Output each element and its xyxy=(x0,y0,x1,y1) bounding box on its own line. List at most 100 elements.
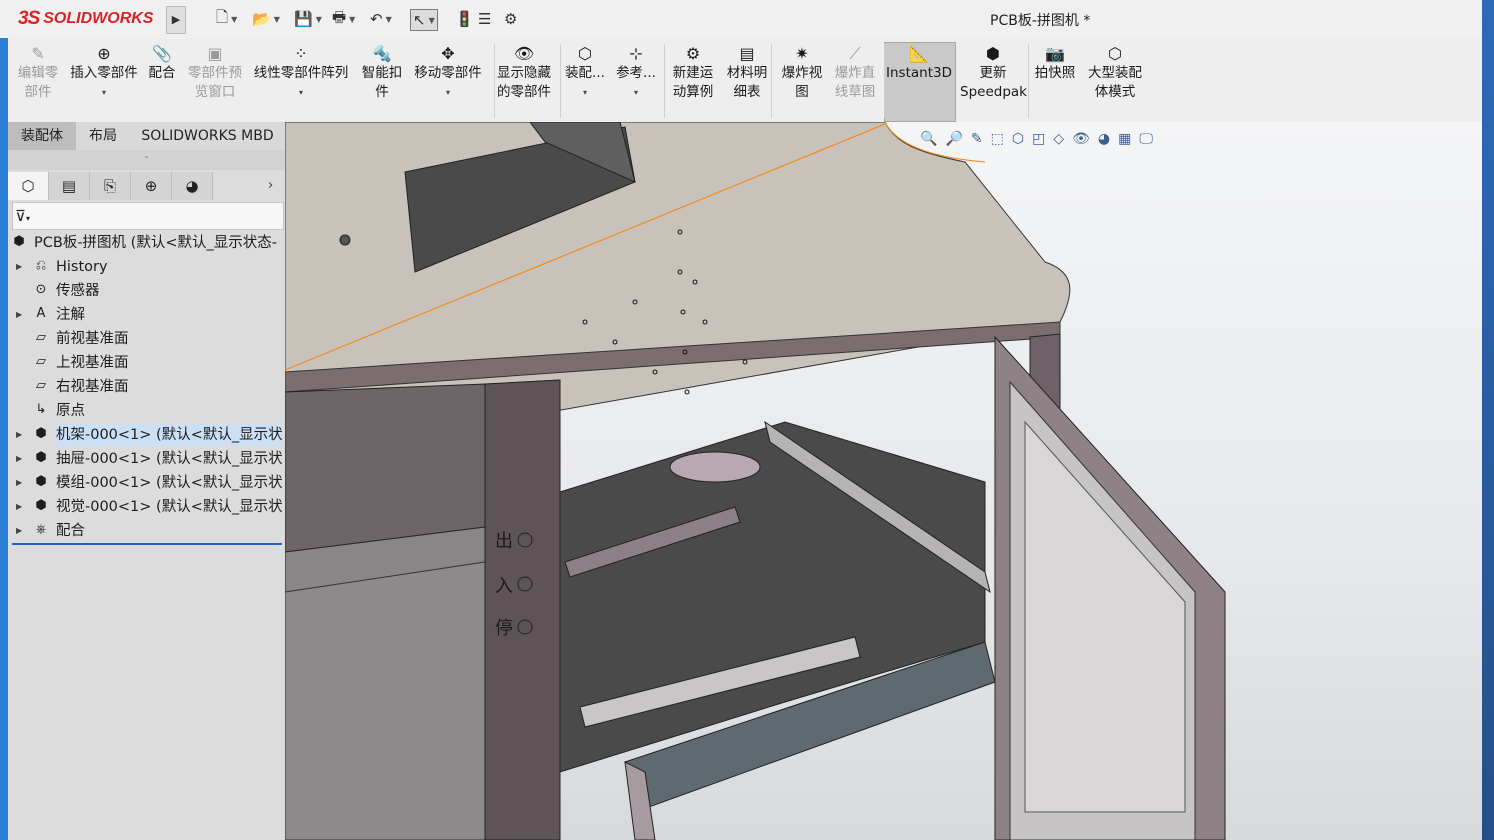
expand-arrow-icon[interactable]: ▶ xyxy=(16,304,22,326)
display-manager-tab-icon[interactable]: ◕ xyxy=(172,172,213,200)
view-tool-icon[interactable]: 🔎 xyxy=(945,131,962,147)
command-button-16[interactable]: ⬢ 更新 Speedpak xyxy=(960,42,1027,102)
tree-item[interactable]: ↳ 原点 xyxy=(8,400,282,422)
command-icon: ⊹ xyxy=(629,44,643,63)
expand-arrow-icon[interactable]: ▶ xyxy=(16,520,22,542)
view-tool-icon[interactable]: ✎ xyxy=(971,131,983,147)
select-icon[interactable]: ↖ ▼ xyxy=(410,9,438,31)
panel-tabs-more-icon[interactable]: › xyxy=(268,178,273,193)
command-label: 线性零部件阵列 xyxy=(253,65,349,81)
command-button-13[interactable]: ✷ 爆炸视图 xyxy=(776,42,828,102)
command-button-3[interactable]: 📎 配合 xyxy=(144,42,180,83)
feature-icon: ↳ xyxy=(35,402,47,417)
tab-solidworks-mbd[interactable]: SOLIDWORKS MBD xyxy=(130,122,285,150)
filter-icon[interactable]: ⊽ xyxy=(15,207,26,225)
command-button-6[interactable]: 🔩 智能扣件 xyxy=(355,42,409,102)
print-icon[interactable]: 🖶 ▼ xyxy=(332,8,355,29)
tree-item-label: 机架-000<1> (默认<默认_显示状 xyxy=(56,424,282,446)
undo-icon[interactable]: ↶ ▼ xyxy=(370,9,392,29)
graphics-viewport[interactable]: 出 入 停 xyxy=(285,122,1494,840)
rollback-bar[interactable] xyxy=(12,543,282,545)
dropdown-arrow-icon[interactable]: ▼ xyxy=(429,16,435,25)
expand-arrow-icon[interactable]: ▶ xyxy=(16,424,22,446)
command-button-18[interactable]: ⬡ 大型装配 体模式 xyxy=(1085,42,1145,102)
tree-item[interactable]: ▶ ⎈ 配合 xyxy=(8,520,282,542)
tree-root-assembly[interactable]: ⬢ PCB板-拼图机 (默认<默认_显示状态- xyxy=(8,232,282,254)
dropdown-arrow-icon[interactable]: ▼ xyxy=(349,15,355,24)
tree-item[interactable]: ▶ ⬢ 机架-000<1> (默认<默认_显示状 xyxy=(8,424,282,446)
command-label: 零部件预 xyxy=(188,65,242,81)
view-tool-icon[interactable]: ▦ xyxy=(1118,131,1131,147)
dropdown-arrow-icon[interactable]: ▾ xyxy=(410,83,486,97)
dropdown-arrow-icon[interactable]: ▾ xyxy=(612,83,660,97)
menu-expand-button[interactable]: ▶ xyxy=(166,6,186,34)
command-button-15[interactable]: 📐 Instant3D xyxy=(884,42,954,83)
command-button-2[interactable]: ⊕ 插入零部件 ▾ xyxy=(66,42,142,98)
open-icon[interactable]: 📂 ▼ xyxy=(252,9,280,29)
command-label: 爆炸直 xyxy=(834,65,876,81)
command-button-11[interactable]: ⚙ 新建运 动算例 xyxy=(666,42,720,102)
command-label: 编辑零 xyxy=(17,65,59,81)
tree-item[interactable]: ▱ 前视基准面 xyxy=(8,328,282,350)
command-button-9[interactable]: ⬡ 装配... ▾ xyxy=(562,42,608,98)
expand-arrow-icon[interactable]: ▶ xyxy=(16,472,22,494)
tree-item[interactable]: ▶ A 注解 xyxy=(8,304,282,326)
view-tool-icon[interactable]: ◕ xyxy=(1098,131,1110,147)
command-button-14[interactable]: ⟋ 爆炸直 线草图 xyxy=(828,42,882,102)
dropdown-arrow-icon[interactable]: ▾ xyxy=(562,83,608,97)
tab-assembly[interactable]: 装配体 xyxy=(8,122,76,150)
command-icon: ⟋ xyxy=(849,44,861,63)
tree-item-label: 注解 xyxy=(56,307,85,323)
expand-arrow-icon[interactable]: ▶ xyxy=(16,256,22,278)
feature-manager-tab-icon[interactable]: ⬡ xyxy=(8,172,49,200)
view-tool-icon[interactable]: ◇ xyxy=(1053,131,1064,147)
command-button-4[interactable]: ▣ 零部件预 览窗口 xyxy=(182,42,248,102)
command-button-8[interactable]: 👁 显示隐藏 的零部件 xyxy=(493,42,555,102)
feature-icon: ▱ xyxy=(36,378,46,393)
command-button-1[interactable]: ✎ 编辑零 部件 xyxy=(13,42,63,102)
view-tool-icon[interactable]: 👁 xyxy=(1072,131,1090,147)
command-button-10[interactable]: ⊹ 参考... ▾ xyxy=(612,42,660,98)
new-icon[interactable]: 🗋 ▼ xyxy=(216,8,237,29)
file-properties-icon[interactable]: ☰ xyxy=(478,9,491,29)
view-tool-icon[interactable]: ⬡ xyxy=(1012,131,1024,147)
configuration-manager-tab-icon[interactable]: ⎘ xyxy=(90,172,131,200)
save-icon[interactable]: 💾 ▼ xyxy=(294,9,322,29)
dropdown-arrow-icon[interactable]: ▼ xyxy=(274,15,280,24)
tree-item[interactable]: ▱ 右视基准面 xyxy=(8,376,282,398)
options-icon[interactable]: ⚙ xyxy=(504,9,517,29)
command-icon: ⊕ xyxy=(97,44,111,63)
dropdown-arrow-icon[interactable]: ▾ xyxy=(250,83,352,97)
tree-item[interactable]: ▶ ⎌ History xyxy=(8,256,282,278)
dropdown-arrow-icon[interactable]: ▼ xyxy=(386,15,392,24)
view-tool-icon[interactable]: ⬚ xyxy=(991,131,1004,147)
feature-icon: ⬢ xyxy=(35,426,47,441)
expand-arrow-icon[interactable]: ▶ xyxy=(16,448,22,470)
dropdown-arrow-icon[interactable]: ▾ xyxy=(66,83,142,97)
view-tool-icon[interactable]: 🔍 xyxy=(920,131,937,147)
command-button-12[interactable]: ▤ 材料明 细表 xyxy=(722,42,772,102)
tree-item[interactable]: ▶ ⬢ 抽屉-000<1> (默认<默认_显示状 xyxy=(8,448,282,470)
tree-item[interactable]: ▶ ⬢ 视觉-000<1> (默认<默认_显示状 xyxy=(8,496,282,518)
desktop-edge xyxy=(0,38,8,840)
tab-layout[interactable]: 布局 xyxy=(78,122,128,150)
panel-splitter[interactable]: ⌃ xyxy=(8,150,285,170)
view-tool-icon[interactable]: 🖵 xyxy=(1139,131,1153,147)
expand-arrow-icon[interactable]: ▶ xyxy=(16,496,22,518)
command-button-17[interactable]: 📷 拍快照 xyxy=(1030,42,1080,83)
feature-icon: ⎌ xyxy=(35,258,47,273)
brand-name: SOLIDWORKS xyxy=(43,10,154,27)
tree-item[interactable]: ⊙ 传感器 xyxy=(8,280,282,302)
command-button-7[interactable]: ✥ 移动零部件 ▾ xyxy=(410,42,486,98)
dropdown-arrow-icon[interactable]: ▼ xyxy=(316,15,322,24)
tree-filter-input[interactable]: ⊽▾ xyxy=(12,202,284,230)
tree-item[interactable]: ▱ 上视基准面 xyxy=(8,352,282,374)
dimxpert-tab-icon[interactable]: ⊕ xyxy=(131,172,172,200)
dropdown-arrow-icon[interactable]: ▼ xyxy=(231,15,237,24)
property-manager-tab-icon[interactable]: ▤ xyxy=(49,172,90,200)
rebuild-icon[interactable]: 🚦 xyxy=(455,9,474,29)
command-button-5[interactable]: ⁘ 线性零部件阵列 ▾ xyxy=(250,42,352,98)
view-tool-icon[interactable]: ◰ xyxy=(1032,131,1045,147)
tree-item[interactable]: ▶ ⬢ 模组-000<1> (默认<默认_显示状 xyxy=(8,472,282,494)
solidworks-logo[interactable]: 3S SOLIDWORKS xyxy=(18,3,164,35)
